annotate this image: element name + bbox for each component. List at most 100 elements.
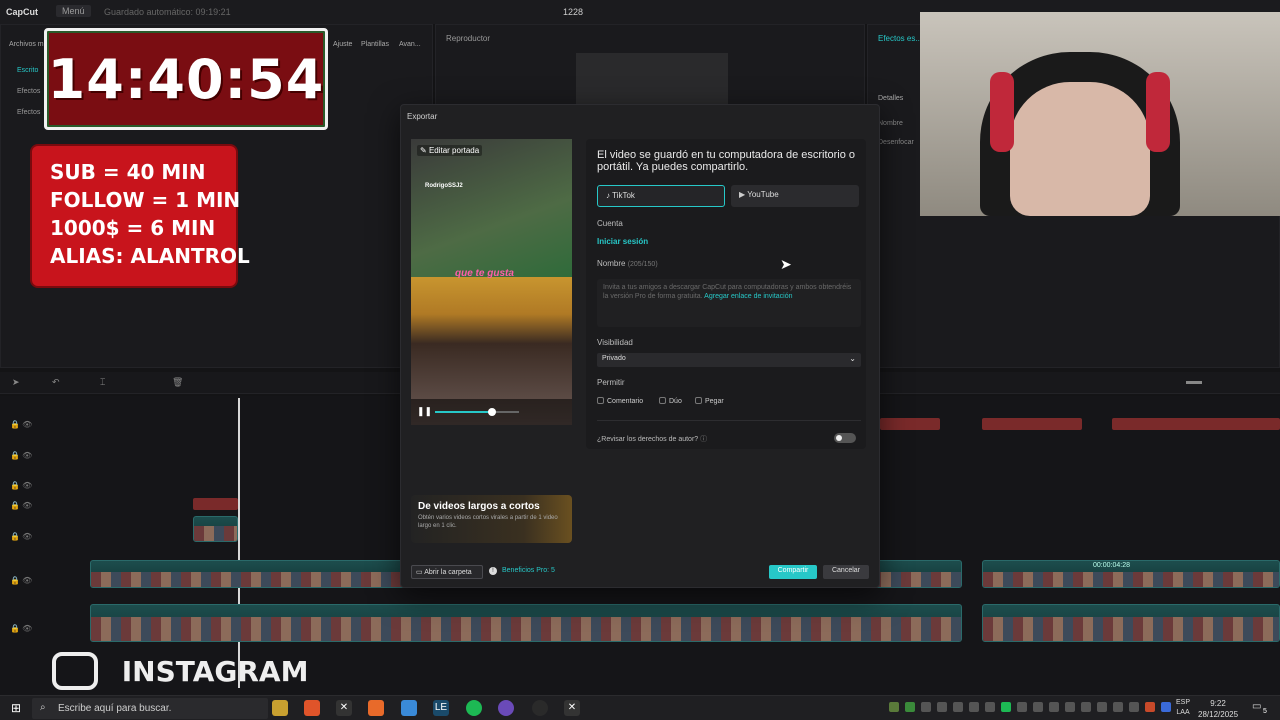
tray-icon[interactable]	[1145, 702, 1155, 712]
tab-effects[interactable]: Efectos es...	[878, 34, 922, 43]
tab-templates[interactable]: Plantillas	[361, 41, 389, 48]
tray-icon[interactable]	[1017, 702, 1027, 712]
select-icon[interactable]: ➤	[12, 377, 20, 388]
microphone-icon[interactable]	[937, 702, 947, 712]
tray-icon[interactable]	[953, 702, 963, 712]
progress-knob[interactable]	[488, 408, 497, 416]
clock-time: 9:22	[1210, 699, 1226, 708]
obs-icon[interactable]	[532, 700, 548, 716]
cancel-button[interactable]: Cancelar	[823, 565, 869, 579]
promo-banner[interactable]: De videos largos a cortos Obtén varios v…	[411, 495, 572, 543]
instagram-icon	[52, 652, 98, 690]
bluetooth-icon[interactable]	[1161, 702, 1171, 712]
playback-controls: ❚❚	[411, 399, 572, 425]
video-clip[interactable]: 00:00:04:28	[982, 560, 1280, 588]
audio-clip[interactable]	[982, 418, 1082, 430]
tray-icon[interactable]	[905, 702, 915, 712]
lock-icon[interactable]: 🔒 👁	[10, 501, 32, 510]
edit-cover-button[interactable]: ✎ Editar portada	[417, 145, 483, 156]
subathon-rules: SUB = 40 MIN FOLLOW = 1 MIN 1000$ = 6 MI…	[30, 144, 250, 288]
app-logo: CapCut	[6, 7, 38, 17]
tray-icon[interactable]	[889, 702, 899, 712]
lock-icon[interactable]: 🔒 👁	[10, 451, 32, 460]
spotify-icon[interactable]	[466, 700, 482, 716]
headset-ear-right	[1146, 72, 1170, 152]
steam-icon[interactable]	[1065, 702, 1075, 712]
open-folder-button[interactable]: ▭ Abrir la carpeta	[411, 565, 483, 579]
description-field[interactable]: Invita a tus amigos a descargar CapCut p…	[597, 279, 861, 327]
tab-adjust[interactable]: Ajuste	[333, 41, 352, 48]
tray-icon[interactable]	[1113, 702, 1123, 712]
pro-benefits-link[interactable]: ! Beneficios Pro: 5	[489, 567, 555, 575]
tray-icon[interactable]	[921, 702, 931, 712]
rule-follow: FOLLOW = 1 MIN	[50, 188, 241, 212]
zoom-slider[interactable]	[1186, 381, 1202, 384]
share-button[interactable]: Compartir	[769, 565, 817, 579]
video-clip[interactable]	[90, 604, 962, 642]
progress-track[interactable]	[435, 408, 519, 416]
sidebar-item-effects[interactable]: Efectos	[17, 88, 40, 95]
visibility-value: Privado	[602, 355, 626, 362]
video-clip[interactable]	[982, 604, 1280, 642]
edit-icon: ✎	[420, 146, 429, 155]
capcut-icon[interactable]: ✕	[336, 700, 352, 716]
language-indicator[interactable]: ESP LAA	[1176, 698, 1190, 718]
youtube-button[interactable]: ▶ YouTube	[731, 185, 859, 207]
login-link[interactable]: Iniciar sesión	[597, 237, 648, 246]
text-clip[interactable]	[193, 498, 238, 510]
delete-icon[interactable]: 🗑	[172, 377, 183, 388]
video-preview: ✎ Editar portada RodrigoSSJ2 que te gust…	[411, 139, 572, 425]
blur-label: Desenfocar	[878, 139, 914, 146]
chevron-down-icon: ⌄	[849, 354, 856, 363]
video-clip[interactable]	[193, 516, 238, 542]
sidebar-item-text[interactable]: Escrito	[17, 67, 38, 74]
volume-icon[interactable]	[985, 702, 995, 712]
chrome-icon[interactable]	[401, 700, 417, 716]
lock-icon[interactable]: 🔒 👁	[10, 532, 32, 541]
brave-icon[interactable]	[304, 700, 320, 716]
clock-date: 28/12/2025	[1198, 710, 1239, 719]
stitch-checkbox[interactable]: Pegar	[695, 397, 724, 405]
windows-start-icon[interactable]: ⊞	[8, 700, 24, 716]
info-icon[interactable]: ⓘ	[700, 436, 707, 443]
lock-icon[interactable]: 🔒 👁	[10, 624, 32, 633]
file-explorer-icon[interactable]	[272, 700, 288, 716]
comment-checkbox[interactable]: Comentario	[597, 397, 643, 405]
invite-link[interactable]: Agregar enlace de invitación	[704, 293, 792, 300]
pro-benefits-label: Beneficios Pro: 5	[502, 567, 555, 574]
app-icon[interactable]: LE	[433, 700, 449, 716]
tiktok-button[interactable]: ♪ TikTok	[597, 185, 725, 207]
lock-icon[interactable]: 🔒 👁	[10, 420, 32, 429]
tray-icon[interactable]	[969, 702, 979, 712]
tab-advanced[interactable]: Avan...	[399, 41, 421, 48]
menu-button[interactable]: Menú	[56, 5, 91, 17]
tray-icon[interactable]	[1081, 702, 1091, 712]
allow-label: Permitir	[597, 378, 625, 387]
copyright-toggle[interactable]	[834, 433, 856, 443]
tray-icon[interactable]	[1129, 702, 1139, 712]
duet-checkbox[interactable]: Dúo	[659, 397, 682, 405]
sidebar-item-effects-2[interactable]: Efectos	[17, 109, 40, 116]
lang-code: ESP	[1176, 699, 1191, 706]
autosave-status: Guardado automático: 09:19:21	[104, 7, 231, 17]
webcam-feed	[920, 12, 1280, 216]
notification-icon[interactable]: ▭	[1252, 701, 1261, 712]
capcut-icon[interactable]: ✕	[564, 700, 580, 716]
lock-icon[interactable]: 🔒 👁	[10, 481, 32, 490]
lock-icon[interactable]: 🔒 👁	[10, 576, 32, 585]
split-icon[interactable]: ⌶	[100, 377, 105, 388]
firefox-icon[interactable]	[368, 700, 384, 716]
spotify-icon[interactable]	[1001, 702, 1011, 712]
audio-clip[interactable]	[1112, 418, 1280, 430]
visibility-select[interactable]: Privado ⌄	[597, 353, 861, 367]
tray-icon[interactable]	[1049, 702, 1059, 712]
taskbar-search[interactable]: ⌕ Escribe aquí para buscar.	[32, 698, 268, 719]
undo-icon[interactable]: ↶	[52, 377, 60, 388]
playhead[interactable]	[238, 398, 240, 688]
taskbar-clock[interactable]: 9:22 28/12/2025	[1198, 698, 1238, 720]
tray-icon[interactable]	[1097, 702, 1107, 712]
audio-clip[interactable]	[880, 418, 940, 430]
discord-icon[interactable]	[498, 700, 514, 716]
pause-icon[interactable]: ❚❚	[417, 406, 432, 417]
tray-icon[interactable]	[1033, 702, 1043, 712]
